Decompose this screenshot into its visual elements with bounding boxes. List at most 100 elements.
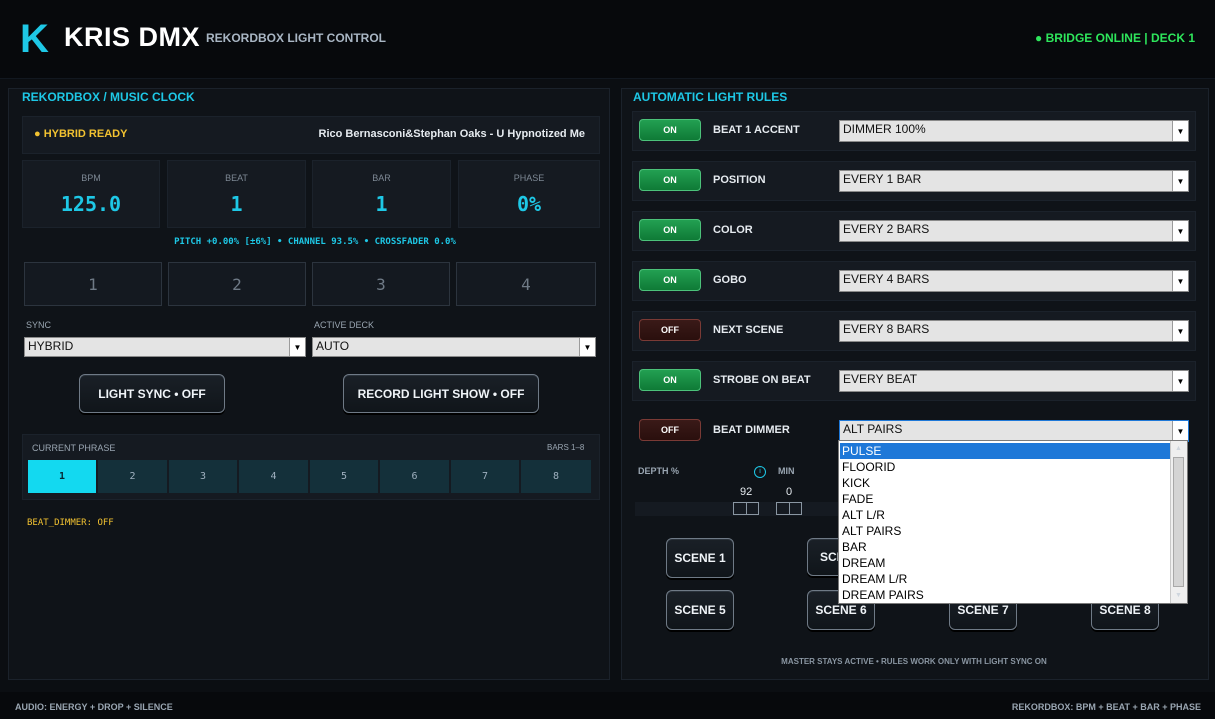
stepper-divider: [746, 503, 747, 514]
stat-phase: PHASE 0%: [458, 160, 600, 228]
depth-label: DEPTH %: [638, 466, 680, 476]
chevron-down-icon[interactable]: ▼: [1172, 221, 1188, 241]
chevron-down-icon[interactable]: ▼: [579, 338, 595, 356]
rule-row: ON BEAT 1 ACCENT DIMMER 100% ▼: [632, 111, 1196, 151]
stat-bpm: BPM 125.0: [22, 160, 160, 228]
dropdown-option[interactable]: ALT PAIRS: [840, 523, 1170, 539]
deck-1-button[interactable]: 1: [24, 262, 162, 306]
phrase-cell: 4: [239, 460, 308, 493]
music-clock-title: REKORDBOX / MUSIC CLOCK: [22, 90, 195, 104]
rule-select-value: EVERY 8 BARS: [843, 322, 930, 336]
rule-toggle[interactable]: ON: [639, 269, 701, 291]
min-value: 0: [786, 486, 793, 498]
depth-stepper[interactable]: [733, 502, 759, 515]
chevron-down-icon[interactable]: ▼: [289, 338, 305, 356]
rule-toggle[interactable]: ON: [639, 119, 701, 141]
chevron-down-icon[interactable]: ▼: [1172, 421, 1188, 441]
rule-select-value: EVERY BEAT: [843, 372, 918, 386]
phrase-cell: 7: [451, 460, 519, 493]
rule-row: ON COLOR EVERY 2 BARS ▼: [632, 211, 1196, 251]
stat-value: 1: [375, 192, 388, 216]
chevron-down-icon[interactable]: ▼: [1172, 371, 1188, 391]
app-subtitle: REKORDBOX LIGHT CONTROL: [206, 31, 386, 45]
rule-select[interactable]: EVERY 2 BARS ▼: [839, 220, 1189, 242]
phrase-strip: 1 2 3 4 5 6 7 8: [28, 460, 591, 493]
stat-value: 125.0: [60, 192, 122, 216]
dropdown-option[interactable]: FADE: [840, 491, 1170, 507]
phrase-cell: 5: [310, 460, 378, 493]
sync-label: SYNC: [26, 320, 52, 330]
footer-rekordbox: REKORDBOX: BPM + BEAT + BAR + PHASE: [1011, 702, 1201, 712]
rule-row: ON STROBE ON BEAT EVERY BEAT ▼: [632, 361, 1196, 401]
dropdown-option[interactable]: PULSE: [840, 443, 1170, 459]
sync-select-value: HYBRID: [28, 339, 74, 353]
record-light-show-button[interactable]: RECORD LIGHT SHOW • OFF: [343, 374, 539, 413]
dropdown-option[interactable]: BAR: [840, 539, 1170, 555]
chevron-down-icon[interactable]: ▼: [1172, 271, 1188, 291]
stat-value: 0%: [516, 192, 542, 216]
stat-label: BEAT: [225, 173, 248, 183]
scene-5-button[interactable]: SCENE 5: [666, 590, 734, 630]
chevron-down-icon[interactable]: ▼: [1172, 321, 1188, 341]
chevron-down-icon[interactable]: ▼: [1172, 171, 1188, 191]
active-deck-select[interactable]: AUTO ▼: [312, 337, 596, 357]
pitch-channel-info: PITCH +0.00% [±6%] • CHANNEL 93.5% • CRO…: [174, 237, 456, 247]
rule-toggle[interactable]: OFF: [639, 419, 701, 441]
active-deck-label: ACTIVE DECK: [314, 320, 375, 330]
active-deck-select-value: AUTO: [316, 339, 350, 353]
sync-select[interactable]: HYBRID ▼: [24, 337, 306, 357]
rule-name: BEAT DIMMER: [713, 424, 790, 436]
deck-4-button[interactable]: 4: [456, 262, 596, 306]
scroll-thumb[interactable]: [1173, 457, 1184, 587]
phrase-cell: 3: [169, 460, 237, 493]
dropdown-option[interactable]: FLOORID: [840, 459, 1170, 475]
light-rules-title: AUTOMATIC LIGHT RULES: [633, 90, 788, 104]
dropdown-option[interactable]: DREAM PAIRS: [840, 587, 1170, 603]
rule-select[interactable]: EVERY BEAT ▼: [839, 370, 1189, 392]
dropdown-option[interactable]: KICK: [840, 475, 1170, 491]
phrase-bars-label: BARS 1–8: [547, 443, 585, 452]
scroll-down-icon[interactable]: ▼: [1172, 589, 1185, 602]
dropdown-scrollbar[interactable]: ▲ ▼: [1170, 441, 1187, 603]
dropdown-option[interactable]: ALT L/R: [840, 507, 1170, 523]
rule-row: ON GOBO EVERY 4 BARS ▼: [632, 261, 1196, 301]
rule-select[interactable]: EVERY 8 BARS ▼: [839, 320, 1189, 342]
rule-name: COLOR: [713, 224, 753, 236]
stat-label: BPM: [81, 173, 101, 183]
rule-toggle[interactable]: ON: [639, 219, 701, 241]
phrase-label: CURRENT PHRASE: [32, 443, 116, 453]
rule-select-value: ALT PAIRS: [843, 422, 903, 436]
bridge-status: ● BRIDGE ONLINE | DECK 1: [1035, 31, 1195, 45]
deck-2-button[interactable]: 2: [168, 262, 306, 306]
rule-select-value: EVERY 2 BARS: [843, 222, 930, 236]
dropdown-option[interactable]: DREAM: [840, 555, 1170, 571]
rule-toggle[interactable]: ON: [639, 369, 701, 391]
rule-toggle[interactable]: ON: [639, 169, 701, 191]
beat-dimmer-select[interactable]: ALT PAIRS ▼: [839, 420, 1189, 442]
rule-name: NEXT SCENE: [713, 324, 784, 336]
deck-3-button[interactable]: 3: [312, 262, 450, 306]
info-icon: i: [754, 466, 766, 478]
scene-1-button[interactable]: SCENE 1: [666, 538, 734, 578]
scroll-up-icon[interactable]: ▲: [1172, 442, 1185, 455]
rule-select-value: DIMMER 100%: [843, 122, 926, 136]
rule-select[interactable]: DIMMER 100% ▼: [839, 120, 1189, 142]
dropdown-option[interactable]: DREAM L/R: [840, 571, 1170, 587]
rules-note: MASTER STAYS ACTIVE • RULES WORK ONLY WI…: [781, 657, 1047, 666]
chevron-down-icon[interactable]: ▼: [1172, 121, 1188, 141]
min-stepper[interactable]: [776, 502, 802, 515]
phrase-cell: 2: [98, 460, 167, 493]
light-sync-button[interactable]: LIGHT SYNC • OFF: [79, 374, 225, 413]
app-logo: K: [20, 17, 49, 61]
stepper-divider: [789, 503, 790, 514]
depth-value: 92: [740, 486, 753, 498]
rule-name: GOBO: [713, 274, 747, 286]
beat-dimmer-dropdown-list[interactable]: PULSE FLOORID KICK FADE ALT L/R ALT PAIR…: [838, 440, 1188, 604]
rule-toggle[interactable]: OFF: [639, 319, 701, 341]
rule-select[interactable]: EVERY 1 BAR ▼: [839, 170, 1189, 192]
hybrid-status: ● HYBRID READY: [34, 128, 128, 140]
phrase-cell: 8: [521, 460, 591, 493]
stat-beat: BEAT 1: [167, 160, 306, 228]
phrase-cell: 6: [380, 460, 449, 493]
rule-select[interactable]: EVERY 4 BARS ▼: [839, 270, 1189, 292]
